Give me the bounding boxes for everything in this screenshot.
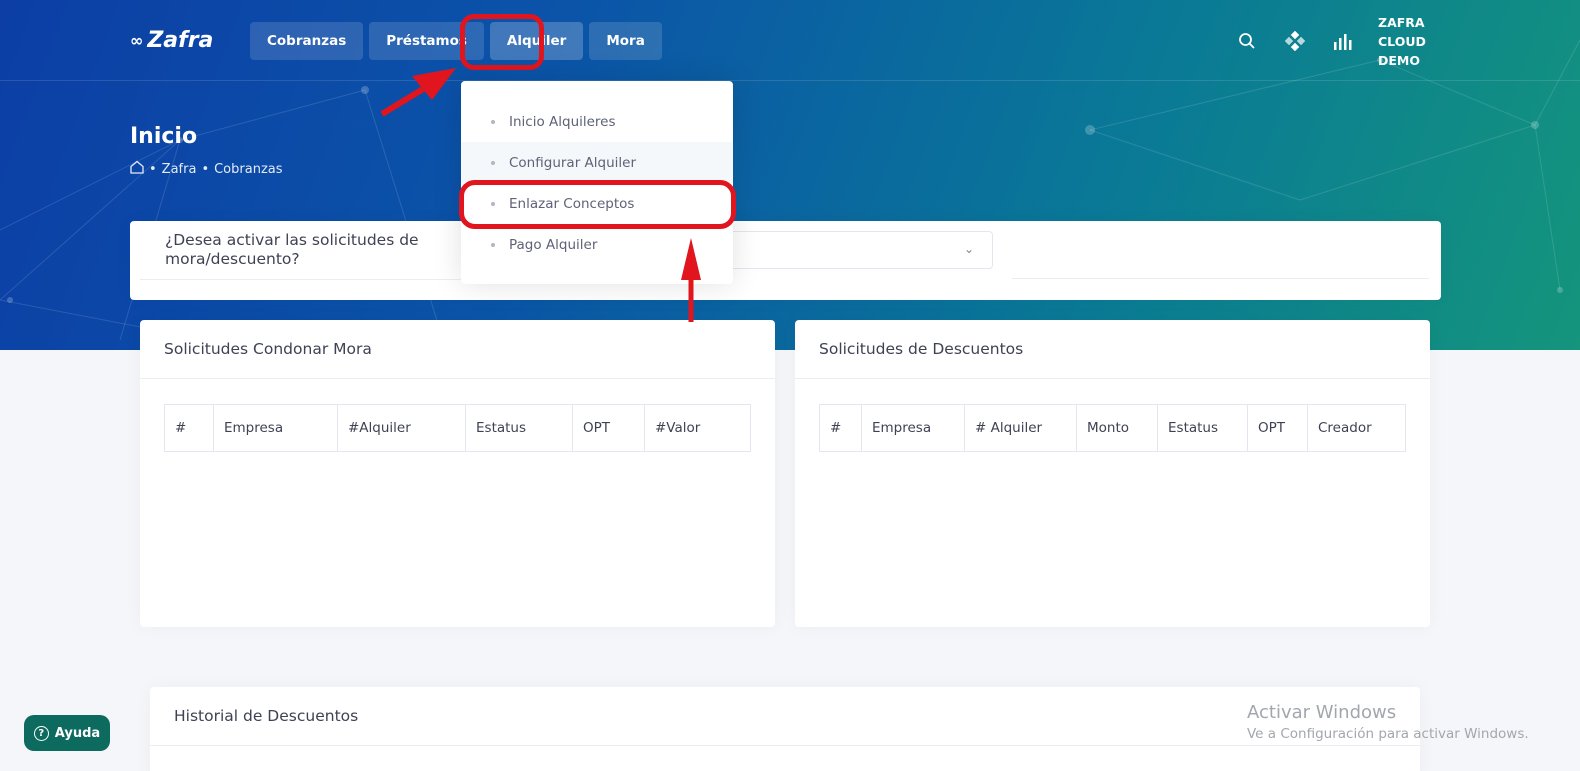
page-title: Inicio [130,124,198,149]
column-header[interactable]: Monto [1076,404,1158,452]
user-name-line1: ZAFRA [1378,15,1425,30]
menu-item-inicio-alquileres[interactable]: Inicio Alquileres [461,101,733,142]
logo-icon: ∞ [130,31,144,50]
brand-logo[interactable]: ∞ Zafra [130,28,213,53]
user-menu[interactable]: ZAFRA CLOUD DEMO [1378,13,1426,70]
discount-requests-card: Solicitudes de Descuentos # Empresa # Al… [795,320,1430,627]
user-name-line2: CLOUD [1378,34,1426,49]
mora-requests-table: # Empresa #Alquiler Estatus OPT #Valor [164,404,751,452]
help-icon: ? [33,725,49,741]
card-title: Solicitudes de Descuentos [819,340,1024,358]
chart-icon[interactable] [1332,30,1354,52]
breadcrumb-item-zafra[interactable]: Zafra [162,162,197,177]
annotation-highlight-alquiler [460,14,544,70]
nav-cobranzas[interactable]: Cobranzas [250,22,364,60]
card-title: Solicitudes Condonar Mora [164,340,372,358]
brand-name: Zafra [147,28,214,53]
menu-item-configurar-alquiler[interactable]: Configurar Alquiler [461,142,733,183]
search-icon[interactable] [1236,30,1258,52]
apps-icon[interactable] [1284,30,1306,52]
settings-card: ¿Desea activar las solicitudes de mora/d… [130,221,1441,300]
divider [150,745,1420,746]
column-header[interactable]: Creador [1307,404,1406,452]
mora-requests-card: Solicitudes Condonar Mora # Empresa #Alq… [140,320,775,627]
breadcrumb-separator: • [201,161,210,177]
home-icon[interactable] [130,160,144,178]
column-header[interactable]: Estatus [465,404,573,452]
main-nav: Cobranzas Préstamos Alquiler Mora [250,22,662,60]
discount-history-card: Historial de Descuentos [150,687,1420,771]
card-title: Historial de Descuentos [174,707,359,725]
column-header[interactable]: # [164,404,214,452]
column-header[interactable]: #Valor [644,404,751,452]
user-name-line3: DEMO [1378,53,1420,68]
windows-activation-watermark: Activar Windows Ve a Configuración para … [1247,702,1529,742]
header-divider [0,80,1580,81]
discount-requests-table: # Empresa # Alquiler Monto Estatus OPT C… [819,404,1406,452]
breadcrumb-separator: • [149,161,157,177]
column-header[interactable]: OPT [1247,404,1308,452]
column-header[interactable]: OPT [572,404,645,452]
menu-item-pago-alquiler[interactable]: Pago Alquiler [461,224,733,265]
column-header[interactable]: Empresa [861,404,965,452]
breadcrumb: • Zafra • Cobranzas [130,160,283,178]
watermark-subtitle: Ve a Configuración para activar Windows. [1247,726,1529,742]
column-header[interactable]: Estatus [1157,404,1248,452]
activation-question: ¿Desea activar las solicitudes de mora/d… [165,231,419,268]
column-header[interactable]: #Alquiler [337,404,466,452]
help-label: Ayuda [54,725,101,741]
divider [140,378,775,379]
header-toolbar [1236,30,1354,52]
help-button[interactable]: ? Ayuda [24,715,110,751]
annotation-highlight-enlazar [459,180,736,229]
empty-panel [1012,221,1429,279]
column-header[interactable]: # [819,404,862,452]
nav-mora[interactable]: Mora [589,22,662,60]
table-header-row: # Empresa #Alquiler Estatus OPT #Valor [164,404,751,452]
divider [795,378,1430,379]
column-header[interactable]: Empresa [213,404,338,452]
breadcrumb-item-cobranzas[interactable]: Cobranzas [214,162,282,177]
watermark-title: Activar Windows [1247,702,1397,723]
table-header-row: # Empresa # Alquiler Monto Estatus OPT C… [819,404,1406,452]
chevron-down-icon: ⌄ [963,242,974,256]
column-header[interactable]: # Alquiler [964,404,1077,452]
